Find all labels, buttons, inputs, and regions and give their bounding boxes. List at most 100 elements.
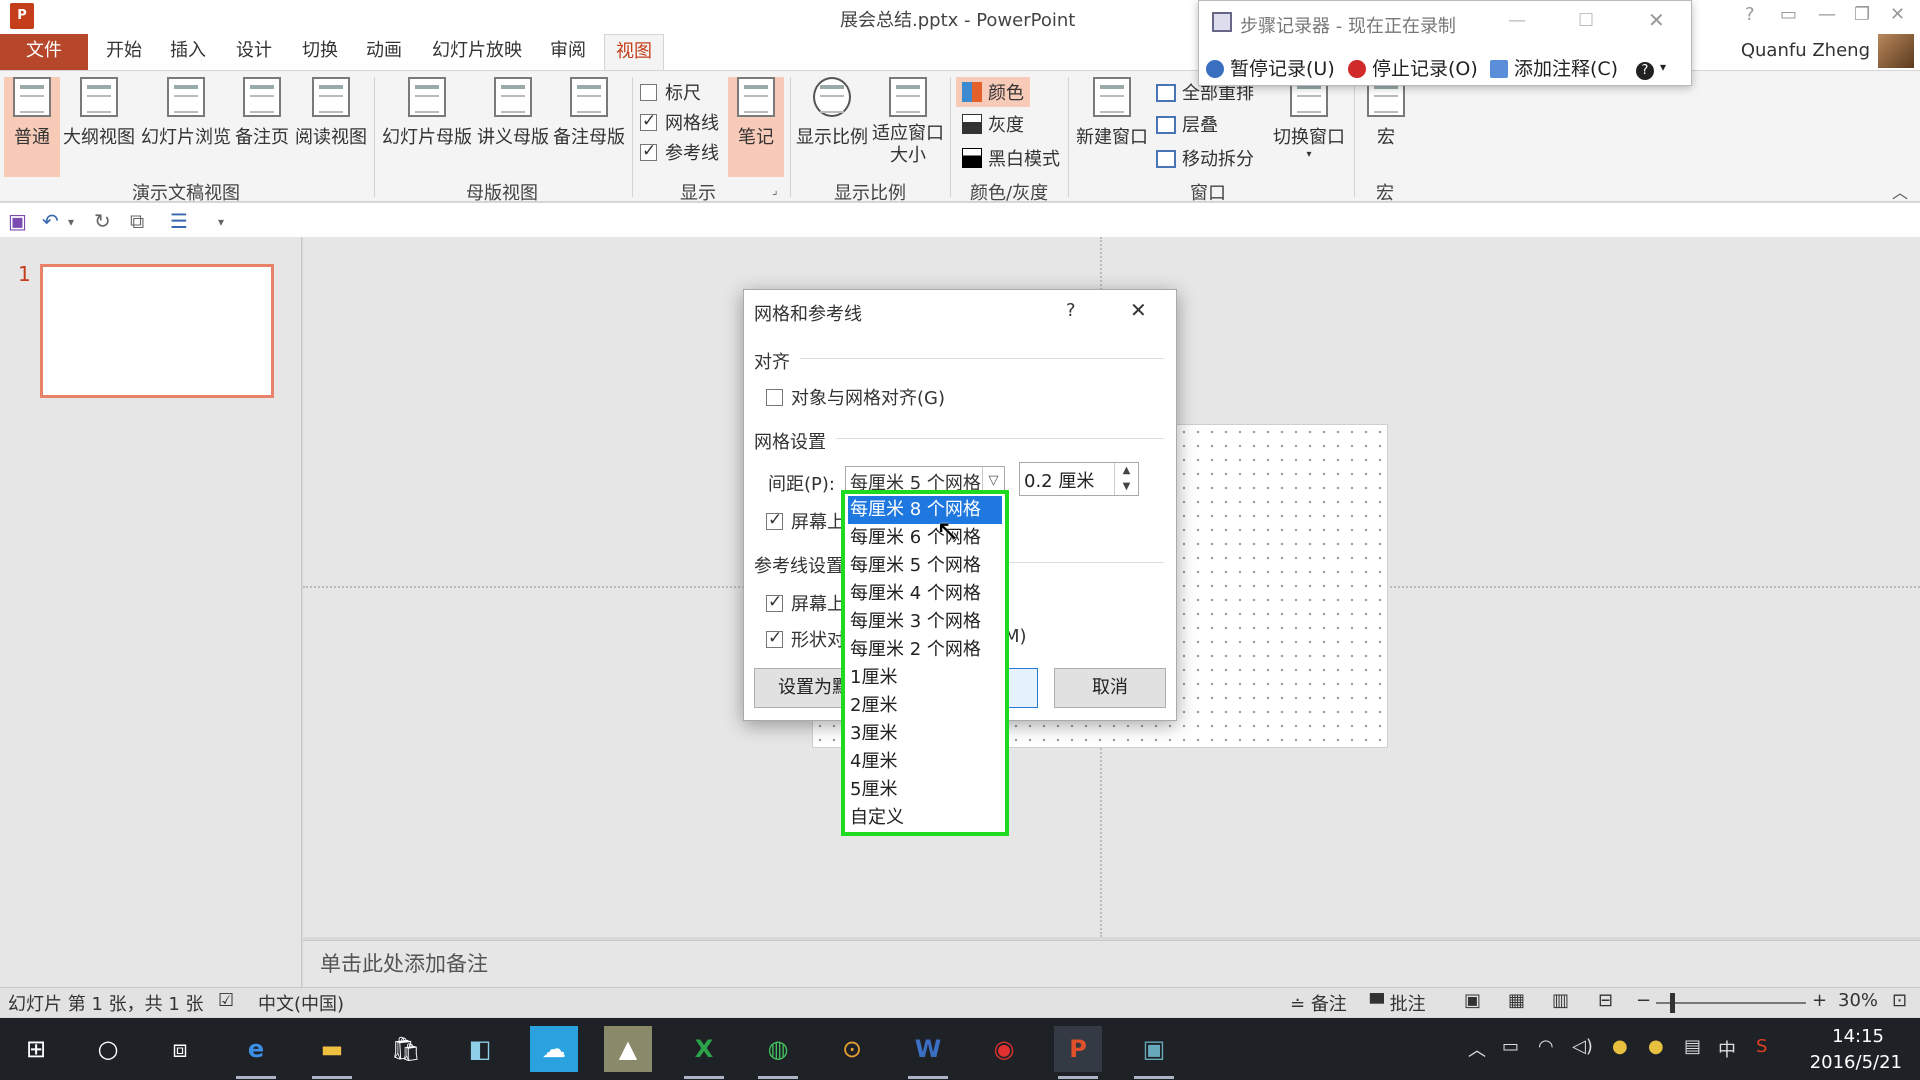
outline-view-button[interactable]: 大纲视图 <box>62 77 136 149</box>
smart-guides-checkbox[interactable]: 形状对 <box>766 626 845 652</box>
store-icon[interactable]: 🛍 <box>382 1026 430 1072</box>
zoom-slider[interactable] <box>1656 1002 1806 1004</box>
reading-view-button[interactable]: 阅读视图 <box>292 77 370 149</box>
recorder-maximize-icon[interactable]: ☐ <box>1578 10 1594 31</box>
redo-icon[interactable]: ↻ <box>94 209 111 233</box>
gridlines-checkbox[interactable]: 网格线 <box>640 109 719 135</box>
notes-page-button[interactable]: 备注页 <box>234 77 290 149</box>
cancel-button[interactable]: 取消 <box>1054 668 1166 708</box>
avatar[interactable] <box>1878 34 1914 68</box>
tab-animations[interactable]: 动画 <box>356 34 412 70</box>
notes-placeholder[interactable]: 单击此处添加备注 <box>320 948 488 978</box>
language-status[interactable]: 中文(中国) <box>258 990 344 1016</box>
tab-file[interactable]: 文件 <box>0 34 88 70</box>
user-account[interactable]: Quanfu Zheng <box>1741 40 1870 61</box>
tab-view[interactable]: 视图 <box>604 34 664 71</box>
customize-dropdown-icon[interactable]: ▾ <box>218 215 224 229</box>
tab-insert[interactable]: 插入 <box>160 34 216 70</box>
stepper-up-icon[interactable]: ▲ <box>1114 463 1138 479</box>
add-comment-button[interactable]: 添加注释(C) <box>1490 54 1618 81</box>
dropdown-option[interactable]: 每厘米 3 个网格 <box>848 608 1002 636</box>
windows-start-icon[interactable]: ⊞ <box>12 1026 60 1072</box>
stop-record-button[interactable]: 停止记录(O) <box>1348 54 1478 81</box>
tray-overflow-icon[interactable]: ︿ <box>1468 1036 1486 1062</box>
notes-master-button[interactable]: 备注母版 <box>552 77 626 149</box>
normal-view-button[interactable]: 普通 <box>4 77 60 177</box>
ok-button[interactable] <box>1004 668 1038 708</box>
help-icon[interactable]: ? <box>1745 4 1755 25</box>
wifi-icon[interactable]: ◠ <box>1538 1036 1554 1057</box>
dialog-launcher-icon[interactable]: ⌟ <box>772 183 778 197</box>
dropdown-option[interactable]: 每厘米 5 个网格 <box>848 552 1002 580</box>
spell-check-icon[interactable]: ☑ <box>218 990 234 1011</box>
grayscale-button[interactable]: 灰度 <box>962 111 1024 137</box>
slide-master-button[interactable]: 幻灯片母版 <box>380 77 474 149</box>
action-center-icon[interactable]: ▤ <box>1684 1036 1701 1057</box>
zoom-in-icon[interactable]: + <box>1812 990 1827 1011</box>
slide-sorter-status-icon[interactable]: ▦ <box>1508 990 1525 1011</box>
clock-time[interactable]: 14:15 <box>1832 1026 1884 1047</box>
dropdown-option[interactable]: 每厘米 8 个网格 <box>848 496 1002 524</box>
reading-view-status-icon[interactable]: ▥ <box>1552 990 1569 1011</box>
cloud-app-icon[interactable]: ☁ <box>530 1026 578 1072</box>
normal-view-status-icon[interactable]: ▣ <box>1464 990 1481 1011</box>
snap-to-grid-checkbox[interactable]: 对象与网格对齐(G) <box>766 384 945 410</box>
start-slideshow-icon[interactable]: ⧉ <box>130 209 144 233</box>
tab-home[interactable]: 开始 <box>96 34 152 70</box>
zoom-slider-thumb[interactable] <box>1670 993 1675 1013</box>
recorder-help-button[interactable]: ? ▾ <box>1636 54 1666 80</box>
pause-record-button[interactable]: 暂停记录(U) <box>1206 54 1335 81</box>
guides-checkbox[interactable]: 参考线 <box>640 139 719 165</box>
dropdown-option[interactable]: 3厘米 <box>848 720 1002 748</box>
cortana-icon[interactable]: ○ <box>84 1026 132 1072</box>
clock-date[interactable]: 2016/5/21 <box>1810 1052 1902 1073</box>
tab-design[interactable]: 设计 <box>226 34 282 70</box>
zoom-out-icon[interactable]: − <box>1636 990 1651 1011</box>
save-icon[interactable]: ▣ <box>8 209 27 233</box>
dialog-help-button[interactable]: ? <box>1066 300 1076 321</box>
sogou-icon[interactable]: S <box>1756 1036 1767 1057</box>
dropdown-option[interactable]: 每厘米 6 个网格 <box>848 524 1002 552</box>
color-button[interactable]: 颜色 <box>956 77 1030 107</box>
tab-transitions[interactable]: 切换 <box>292 34 348 70</box>
slide-thumbnail[interactable] <box>40 264 274 398</box>
dropdown-option[interactable]: 4厘米 <box>848 748 1002 776</box>
restore-icon[interactable]: ❐ <box>1854 4 1870 25</box>
steps-recorder-taskbar-icon[interactable]: ▣ <box>1130 1026 1178 1079</box>
edge-icon[interactable]: e <box>232 1026 280 1079</box>
macros-button[interactable]: 宏 <box>1360 77 1412 149</box>
new-window-button[interactable]: 新建窗口 <box>1074 77 1150 149</box>
dropdown-option[interactable]: 自定义 <box>848 804 1002 832</box>
dropdown-option[interactable]: 每厘米 2 个网格 <box>848 636 1002 664</box>
ribbon-display-icon[interactable]: ▭ <box>1780 4 1797 25</box>
spacing-select[interactable]: 每厘米 5 个网格 ▽ <box>845 466 1005 496</box>
tab-slideshow[interactable]: 幻灯片放映 <box>424 34 530 70</box>
dropdown-option[interactable]: 1厘米 <box>848 664 1002 692</box>
slideshow-status-icon[interactable]: ⊟ <box>1598 990 1613 1011</box>
switch-window-button[interactable]: 切换窗口 ▾ <box>1270 77 1348 160</box>
word-icon[interactable]: W <box>904 1026 952 1079</box>
volume-icon[interactable]: ◁) <box>1572 1036 1593 1057</box>
zoom-level[interactable]: 30% <box>1838 990 1878 1011</box>
qq-icon[interactable]: ● <box>1612 1036 1628 1057</box>
fit-to-window-button[interactable]: 适应窗口大小 <box>872 77 944 167</box>
dropdown-option[interactable]: 2厘米 <box>848 692 1002 720</box>
notes-status-button[interactable]: ≐ 备注 <box>1290 990 1347 1016</box>
powerpoint-taskbar-icon[interactable]: P <box>1054 1026 1102 1079</box>
move-split-button[interactable]: 移动拆分 <box>1156 145 1254 171</box>
spacing-stepper[interactable]: 0.2 厘米 ▲ ▼ <box>1019 462 1139 496</box>
minimize-icon[interactable]: — <box>1818 4 1836 25</box>
close-icon[interactable]: ✕ <box>1890 4 1905 25</box>
photo-app-icon[interactable]: ▲ <box>604 1026 652 1072</box>
comments-status-button[interactable]: ▀ 批注 <box>1370 990 1426 1016</box>
file-explorer-icon[interactable]: ▬ <box>308 1026 356 1079</box>
zoom-button[interactable]: 显示比例 <box>794 77 870 149</box>
recorder-minimize-icon[interactable]: — <box>1508 10 1526 31</box>
show-grid-checkbox[interactable]: 屏幕上 <box>766 508 845 534</box>
show-guides-checkbox[interactable]: 屏幕上 <box>766 590 845 616</box>
recorder-close-icon[interactable]: ✕ <box>1648 8 1665 32</box>
handout-master-button[interactable]: 讲义母版 <box>476 77 550 149</box>
wechat-icon[interactable]: ◍ <box>754 1026 802 1079</box>
black-white-button[interactable]: 黑白模式 <box>962 145 1060 171</box>
ime-indicator[interactable]: 中 <box>1718 1036 1736 1062</box>
